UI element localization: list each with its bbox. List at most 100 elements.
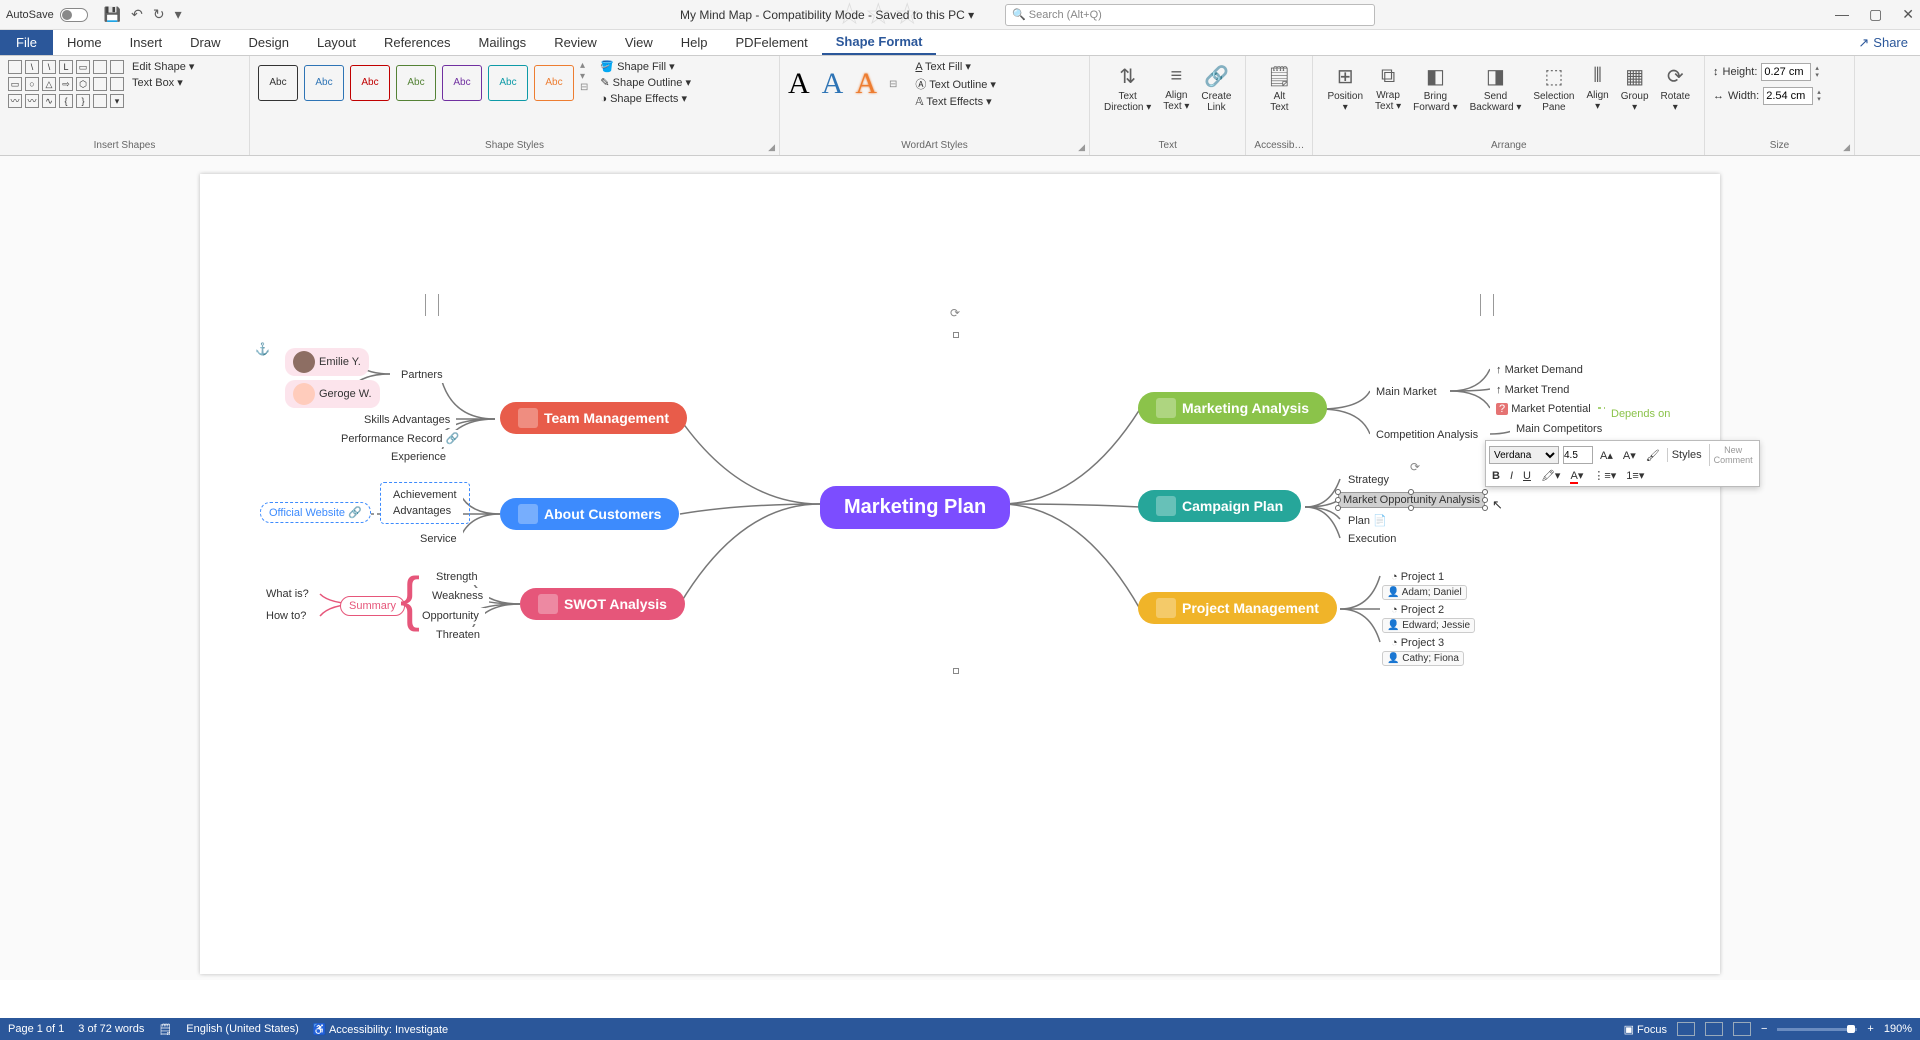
bold-button[interactable]: B [1489, 469, 1503, 483]
subnode[interactable]: ? Market Potential [1490, 401, 1597, 417]
text-fill-button[interactable]: A Text Fill ▾ [915, 60, 996, 73]
dashed-group[interactable]: Achievement Advantages [380, 482, 470, 524]
subnode[interactable]: How to? [260, 608, 312, 624]
group-button[interactable]: ▦Group ▾ [1615, 60, 1655, 117]
subnode[interactable]: Advantages [387, 503, 463, 519]
selection-pane-button[interactable]: ⬚Selection Pane [1527, 60, 1580, 117]
center-node[interactable]: Marketing Plan [820, 486, 1010, 529]
font-select[interactable]: Verdana [1489, 446, 1559, 464]
shape-handle[interactable] [953, 332, 959, 338]
assignee-box[interactable]: 👤 Edward; Jessie [1382, 618, 1475, 633]
undo-icon[interactable]: ↶ [131, 6, 143, 23]
underline-button[interactable]: U [1520, 469, 1534, 483]
tab-review[interactable]: Review [540, 30, 611, 55]
subnode[interactable]: Performance Record 🔗 [335, 430, 465, 447]
wordart-gallery-more[interactable]: ⊟ [889, 79, 897, 90]
subnode[interactable]: Opportunity [416, 608, 485, 624]
wrap-text-button[interactable]: ⧉Wrap Text ▾ [1369, 60, 1407, 117]
subnode[interactable]: ↑ Market Demand [1490, 362, 1589, 378]
rotate-handle-icon[interactable]: ⟳ [1410, 460, 1420, 474]
autosave-toggle[interactable] [60, 8, 88, 22]
tab-layout[interactable]: Layout [303, 30, 370, 55]
italic-button[interactable]: I [1507, 469, 1516, 483]
file-tab[interactable]: File [0, 30, 53, 55]
tab-shape-format[interactable]: Shape Format [822, 30, 937, 55]
subnode[interactable]: Service [414, 531, 463, 547]
subnode[interactable]: ↑ Market Trend [1490, 382, 1575, 398]
tab-view[interactable]: View [611, 30, 667, 55]
highlight-button[interactable]: 🖍▾ [1538, 468, 1564, 483]
person-tag[interactable]: Geroge W. [285, 380, 380, 408]
zoom-slider[interactable] [1777, 1028, 1857, 1031]
share-button[interactable]: ↗Share [1846, 30, 1920, 55]
document-canvas[interactable]: ⟳ Marketing Plan Team Management Partner… [0, 156, 1920, 980]
spelling-icon[interactable]: 🗒 [158, 1023, 172, 1036]
shape-style-preset[interactable]: Abc [488, 65, 528, 101]
font-color-button[interactable]: A▾ [1567, 468, 1586, 483]
minimize-button[interactable]: — [1835, 6, 1849, 23]
node-marketing-analysis[interactable]: Marketing Analysis [1138, 392, 1327, 424]
subnode[interactable]: Main Competitors [1510, 421, 1608, 437]
subnode[interactable]: Weakness [426, 588, 489, 604]
tab-insert[interactable]: Insert [116, 30, 177, 55]
text-box-button[interactable]: Text Box ▾ [132, 76, 194, 89]
styles-button[interactable]: Styles [1667, 448, 1705, 462]
node-swot-analysis[interactable]: SWOT Analysis [520, 588, 685, 620]
subnode[interactable]: Competition Analysis [1370, 427, 1484, 443]
wordart-preset[interactable]: A [822, 67, 844, 101]
shape-style-preset[interactable]: Abc [350, 65, 390, 101]
shape-handle[interactable] [953, 668, 959, 674]
subnode[interactable]: Strategy [1342, 472, 1395, 488]
summary-tag[interactable]: Summary [340, 596, 405, 616]
subnode[interactable]: Achievement [387, 487, 463, 503]
new-comment-button[interactable]: New Comment [1709, 444, 1756, 466]
shape-style-preset[interactable]: Abc [442, 65, 482, 101]
zoom-out-button[interactable]: − [1761, 1023, 1767, 1035]
redo-icon[interactable]: ↻ [153, 6, 165, 23]
font-size-input[interactable] [1563, 446, 1593, 464]
height-input[interactable] [1761, 63, 1811, 81]
width-input[interactable] [1763, 87, 1813, 105]
dialog-launcher-icon[interactable]: ◢ [768, 142, 775, 153]
web-layout-icon[interactable] [1733, 1022, 1751, 1036]
assignee-box[interactable]: 👤 Cathy; Fiona [1382, 651, 1464, 666]
style-gallery-scroll[interactable]: ▴▾⊟ [580, 60, 588, 105]
subnode[interactable]: ◔ Project 3 [1385, 635, 1450, 651]
node-team-management[interactable]: Team Management [500, 402, 687, 434]
subnode[interactable]: Threaten [430, 627, 486, 643]
format-painter-icon[interactable]: 🖌 [1643, 448, 1663, 463]
search-box[interactable]: 🔍 Search (Alt+Q) [1005, 4, 1375, 26]
subnode[interactable]: ◔ Project 2 [1385, 602, 1450, 618]
subnode[interactable]: Main Market [1370, 384, 1443, 400]
subnode[interactable]: Strength [430, 569, 484, 585]
shape-style-preset[interactable]: Abc [304, 65, 344, 101]
page-indicator[interactable]: Page 1 of 1 [8, 1023, 64, 1035]
height-spinner[interactable]: ▴▾ [1815, 65, 1819, 79]
word-count[interactable]: 3 of 72 words [78, 1023, 144, 1035]
position-button[interactable]: ⊞Position ▾ [1321, 60, 1369, 117]
zoom-level[interactable]: 190% [1884, 1023, 1912, 1035]
shape-fill-button[interactable]: 🪣 Shape Fill ▾ [600, 60, 691, 73]
maximize-button[interactable]: ▢ [1869, 6, 1882, 23]
text-direction-button[interactable]: ⇅Text Direction ▾ [1098, 60, 1157, 117]
text-outline-button[interactable]: Ⓐ Text Outline ▾ [915, 76, 996, 92]
tab-draw[interactable]: Draw [176, 30, 234, 55]
assignee-box[interactable]: 👤 Adam; Daniel [1382, 585, 1467, 600]
close-button[interactable]: ✕ [1902, 6, 1914, 23]
width-spinner[interactable]: ▴▾ [1817, 89, 1821, 103]
text-effects-button[interactable]: 𝔸 Text Effects ▾ [915, 95, 996, 108]
document-title[interactable]: My Mind Map - Compatibility Mode - Saved… [680, 8, 974, 22]
dialog-launcher-icon[interactable]: ◢ [1843, 142, 1850, 153]
send-backward-button[interactable]: ◨Send Backward ▾ [1464, 60, 1528, 117]
grow-font-icon[interactable]: A▴ [1597, 448, 1616, 463]
wordart-preset[interactable]: A [788, 67, 810, 101]
node-about-customers[interactable]: About Customers [500, 498, 679, 530]
subnode[interactable]: Experience [385, 449, 452, 465]
create-link-button[interactable]: 🔗Create Link [1195, 60, 1237, 117]
node-campaign-plan[interactable]: Campaign Plan [1138, 490, 1301, 522]
wordart-preset[interactable]: A [855, 67, 877, 101]
subnode[interactable]: ◔ Project 1 [1385, 569, 1450, 585]
subnode[interactable]: Partners [395, 367, 449, 383]
read-mode-icon[interactable] [1677, 1022, 1695, 1036]
tab-home[interactable]: Home [53, 30, 116, 55]
